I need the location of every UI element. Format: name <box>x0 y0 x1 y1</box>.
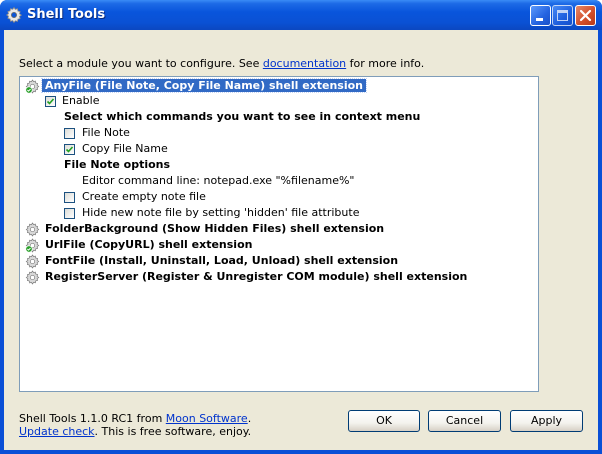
file-note-label: File Note <box>82 126 130 139</box>
update-suffix: . This is free software, enjoy. <box>94 425 252 438</box>
version-suffix: . <box>247 412 252 425</box>
maximize-icon <box>557 10 568 21</box>
window-title: Shell Tools <box>27 7 106 22</box>
tree-item-urlfile[interactable]: UrlFile (CopyURL) shell extension <box>45 237 252 253</box>
file-note-checkbox[interactable] <box>64 128 75 139</box>
apply-button[interactable]: Apply <box>510 410 583 432</box>
minimize-icon <box>536 18 543 21</box>
gear-enabled-icon <box>25 238 40 253</box>
tree-item-anyfile[interactable]: AnyFile (File Note, Copy File Name) shel… <box>40 78 368 94</box>
hide-note-checkbox[interactable] <box>64 208 75 219</box>
gear-icon <box>25 270 40 285</box>
shell-tools-window: Shell Tools Select a module you want to … <box>0 0 602 454</box>
minimize-button[interactable] <box>530 5 551 26</box>
commands-heading: Select which commands you want to see in… <box>64 110 421 123</box>
create-empty-checkbox[interactable] <box>64 192 75 203</box>
close-button[interactable] <box>575 5 596 26</box>
instruction-text: Select a module you want to configure. S… <box>19 57 424 70</box>
create-empty-label: Create empty note file <box>82 190 206 203</box>
enable-label: Enable <box>62 94 100 107</box>
maximize-button[interactable] <box>552 5 573 26</box>
module-tree[interactable]: AnyFile (File Note, Copy File Name) shel… <box>19 76 539 392</box>
tree-item-folderbackground[interactable]: FolderBackground (Show Hidden Files) she… <box>45 221 384 237</box>
cancel-button[interactable]: Cancel <box>428 410 501 432</box>
tree-item-registerserver[interactable]: RegisterServer (Register & Unregister CO… <box>45 269 467 285</box>
hide-note-label: Hide new note file by setting 'hidden' f… <box>82 206 360 219</box>
window-frame-bottom <box>0 450 602 454</box>
gear-icon <box>25 254 40 269</box>
copy-file-name-checkbox[interactable] <box>64 144 75 155</box>
ok-button[interactable]: OK <box>348 410 420 432</box>
copy-file-name-label: Copy File Name <box>82 142 168 155</box>
instruction-prefix: Select a module you want to configure. S… <box>19 57 263 70</box>
version-text: Shell Tools 1.1.0 RC1 from <box>19 412 166 425</box>
update-check-link[interactable]: Update check <box>19 425 95 438</box>
gear-enabled-icon <box>25 79 40 94</box>
gear-icon <box>5 6 23 24</box>
enable-checkbox[interactable] <box>45 96 56 107</box>
moon-software-link[interactable]: Moon Software <box>166 412 248 425</box>
checkmark-icon <box>65 146 74 153</box>
documentation-link[interactable]: documentation <box>263 57 346 70</box>
close-icon <box>579 9 592 22</box>
update-line: Update check. This is free software, enj… <box>19 425 251 438</box>
tree-item-fontfile[interactable]: FontFile (Install, Uninstall, Load, Unlo… <box>45 253 398 269</box>
anyfile-label: AnyFile (File Note, Copy File Name) shel… <box>40 78 368 93</box>
gear-icon <box>25 222 40 237</box>
checkmark-icon <box>46 98 55 105</box>
instruction-suffix: for more info. <box>346 57 425 70</box>
title-bar[interactable]: Shell Tools <box>0 0 602 30</box>
editor-command-line[interactable]: Editor command line: notepad.exe "%filen… <box>82 173 354 189</box>
dialog-client-area: Select a module you want to configure. S… <box>4 30 598 450</box>
version-line: Shell Tools 1.1.0 RC1 from Moon Software… <box>19 412 251 425</box>
file-note-options-heading: File Note options <box>64 158 171 171</box>
